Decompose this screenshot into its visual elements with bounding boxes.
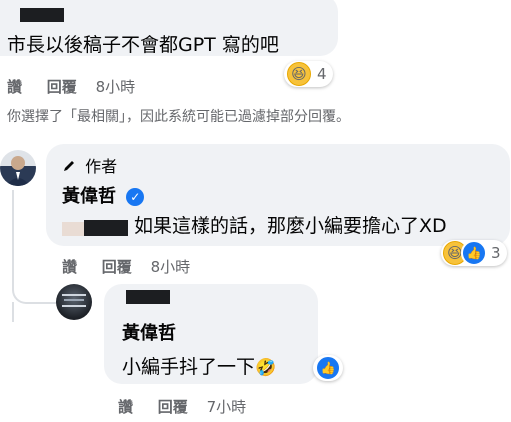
- timestamp[interactable]: 7小時: [207, 398, 247, 416]
- redacted-username: [20, 8, 64, 22]
- reaction-summary[interactable]: 😆 👍 3: [441, 240, 507, 266]
- reaction-summary[interactable]: 😆 4: [284, 61, 333, 87]
- author-badge: 作者: [62, 153, 117, 177]
- redacted-mention: [126, 290, 170, 304]
- pencil-icon: [64, 161, 74, 171]
- author-name-label[interactable]: 黃偉哲: [62, 186, 116, 207]
- reply-link[interactable]: 回覆: [47, 78, 77, 96]
- like-emoji-icon: 👍: [461, 240, 487, 266]
- like-link[interactable]: 讚: [62, 258, 77, 276]
- reply-text: 如果這樣的話，那麼小編要擔心了XD: [134, 215, 447, 237]
- reply-text-label: 小編手抖了一下: [122, 356, 256, 378]
- thread-connector: [12, 280, 60, 304]
- thread-line: [12, 190, 14, 280]
- like-link[interactable]: 讚: [7, 78, 22, 96]
- comment-text: 市長以後稿子不會都GPT 寫的吧: [7, 34, 279, 56]
- author-name[interactable]: 黃偉哲: [122, 319, 176, 345]
- reply-link[interactable]: 回覆: [158, 398, 188, 416]
- reply-actions: 讚 回覆 7小時: [118, 396, 246, 417]
- author-name[interactable]: 黃偉哲 ✓: [62, 182, 145, 208]
- reply-link[interactable]: 回覆: [102, 258, 132, 276]
- haha-emoji-icon: 😆: [287, 62, 311, 86]
- redacted-mention: [84, 220, 128, 236]
- reaction-count: 3: [491, 244, 501, 262]
- thread-line: [12, 302, 14, 322]
- reply-actions: 讚 回覆 8小時: [62, 256, 190, 277]
- rofl-emoji-icon: 🤣: [255, 358, 277, 378]
- like-emoji-icon: 👍: [315, 355, 341, 381]
- author-badge-label: 作者: [85, 157, 118, 176]
- avatar[interactable]: [0, 150, 36, 186]
- like-link[interactable]: 讚: [118, 398, 133, 416]
- reply-text: 小編手抖了一下🤣: [122, 352, 276, 379]
- redacted-mention: [62, 222, 84, 236]
- comment-actions: 讚 回覆 8小時: [7, 76, 135, 97]
- reaction-summary[interactable]: 👍: [313, 355, 343, 381]
- timestamp[interactable]: 8小時: [96, 78, 136, 96]
- avatar[interactable]: [56, 284, 92, 320]
- verified-check-icon: ✓: [126, 188, 145, 206]
- reaction-count: 4: [317, 65, 327, 83]
- timestamp[interactable]: 8小時: [151, 258, 191, 276]
- filter-notice: 你選擇了「最相關」，因此系統可能已過濾掉部分回覆。: [7, 109, 350, 125]
